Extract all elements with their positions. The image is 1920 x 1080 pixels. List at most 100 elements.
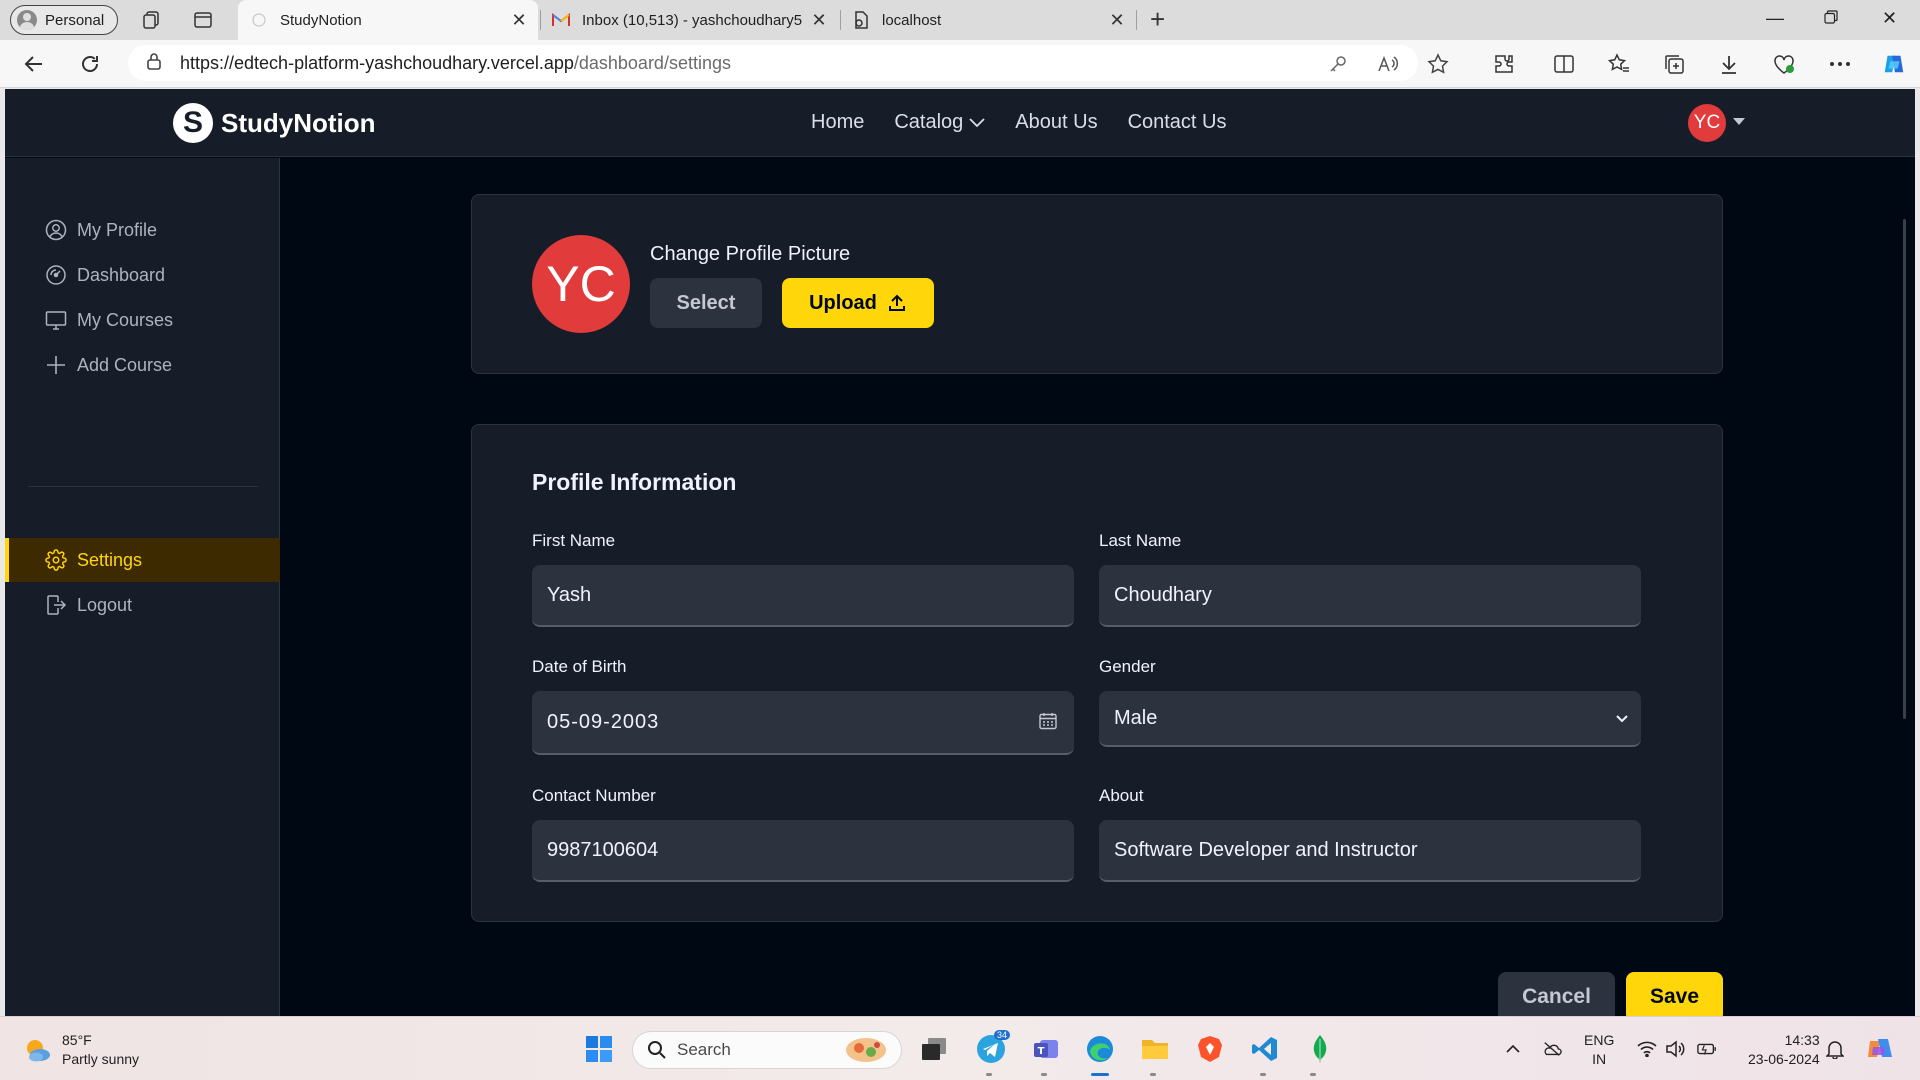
sidebar-item-my-profile[interactable]: My Profile xyxy=(5,208,280,252)
volume-icon[interactable] xyxy=(1665,1039,1685,1059)
sidebar-item-label: My Courses xyxy=(77,309,174,330)
profile-information-card: Profile Information First Name Yash Last… xyxy=(471,424,1723,922)
about-input[interactable]: Software Developer and Instructor xyxy=(1099,820,1641,882)
language-indicator[interactable]: ENG IN xyxy=(1584,1031,1614,1069)
close-tab-icon[interactable]: ✕ xyxy=(1106,10,1128,31)
cancel-button[interactable]: Cancel xyxy=(1498,972,1615,1016)
onedrive-offline-icon[interactable] xyxy=(1542,1039,1562,1059)
nav-about-link[interactable]: About Us xyxy=(1015,111,1097,134)
nav-contact-link[interactable]: Contact Us xyxy=(1128,111,1227,134)
task-view-icon[interactable] xyxy=(917,1032,951,1066)
copilot-icon[interactable] xyxy=(1882,52,1906,76)
sidebar-item-logout[interactable]: Logout xyxy=(5,583,280,627)
page-icon xyxy=(852,11,870,29)
dob-input[interactable]: 05-09-2003 xyxy=(532,691,1074,755)
first-name-label: First Name xyxy=(532,531,616,550)
chevron-down-icon xyxy=(969,117,985,127)
wifi-icon[interactable] xyxy=(1637,1039,1657,1059)
reload-icon[interactable] xyxy=(76,50,104,78)
downloads-icon[interactable] xyxy=(1717,52,1741,76)
extensions-icon[interactable] xyxy=(1492,52,1516,76)
tab-localhost[interactable]: localhost ✕ xyxy=(840,0,1136,40)
profile-label: Personal xyxy=(45,11,105,29)
notification-bell-icon[interactable] xyxy=(1825,1039,1845,1059)
active-app-indicator xyxy=(1091,1073,1109,1076)
telegram-icon[interactable]: 34 xyxy=(974,1030,1011,1066)
favorites-icon[interactable] xyxy=(1607,52,1631,76)
browser-tab-strip: Personal StudyNotion ✕ Inbox (10,513) - … xyxy=(0,0,1920,40)
site-logo[interactable]: S StudyNotion xyxy=(173,103,376,143)
back-icon[interactable] xyxy=(20,50,48,78)
monitor-icon xyxy=(45,309,67,331)
browser-profile-button[interactable]: Personal xyxy=(10,5,118,35)
close-tab-icon[interactable]: ✕ xyxy=(808,10,830,31)
browser-toolbar: https://edtech-platform-yashchoudhary.ve… xyxy=(0,40,1920,88)
start-windows-icon[interactable] xyxy=(582,1032,616,1066)
copilot-taskbar-icon[interactable] xyxy=(1866,1035,1894,1063)
lock-icon[interactable] xyxy=(146,52,166,75)
taskbar-search[interactable]: Search xyxy=(632,1031,902,1069)
tab-actions-icon[interactable] xyxy=(192,9,214,31)
sidebar-item-my-courses[interactable]: My Courses xyxy=(5,298,280,342)
profile-avatar-icon xyxy=(17,10,37,30)
gender-select[interactable]: Male xyxy=(1099,691,1641,747)
clock-time: 14:33 xyxy=(1784,1032,1820,1048)
workspaces-icon[interactable] xyxy=(140,9,162,31)
mongodb-icon[interactable] xyxy=(1303,1032,1337,1066)
last-name-label: Last Name xyxy=(1099,531,1182,550)
contact-number-input[interactable]: 9987100604 xyxy=(532,820,1074,882)
profile-information-title: Profile Information xyxy=(532,469,737,495)
brave-browser-icon[interactable] xyxy=(1193,1032,1227,1066)
tab-studynotion[interactable]: StudyNotion ✕ xyxy=(238,0,538,40)
tab-title: Inbox (10,513) - yashchoudhary5 xyxy=(582,11,803,29)
select-picture-button[interactable]: Select xyxy=(650,278,762,328)
gender-label: Gender xyxy=(1099,657,1156,676)
read-aloud-icon[interactable] xyxy=(1376,52,1400,76)
page-scrollbar[interactable] xyxy=(1903,219,1906,719)
restore-icon[interactable] xyxy=(1824,8,1838,29)
sidebar-item-label: Logout xyxy=(77,594,133,615)
edge-icon[interactable] xyxy=(1083,1032,1117,1066)
caret-down-icon[interactable] xyxy=(1733,118,1745,125)
running-indicator xyxy=(1310,1073,1316,1076)
battery-icon[interactable] xyxy=(1697,1039,1717,1059)
minimize-icon[interactable]: — xyxy=(1766,8,1784,29)
browser-essentials-icon[interactable] xyxy=(1772,52,1796,76)
new-tab-icon[interactable]: + xyxy=(1150,6,1165,32)
sidebar-item-dashboard[interactable]: Dashboard xyxy=(5,253,280,297)
close-window-icon[interactable]: ✕ xyxy=(1882,8,1897,29)
save-button[interactable]: Save xyxy=(1626,972,1723,1016)
gmail-icon xyxy=(552,11,570,29)
calendar-icon[interactable] xyxy=(1038,711,1058,731)
search-highlight-icon xyxy=(846,1038,886,1062)
tab-separator xyxy=(1136,10,1137,30)
sidebar-item-label: My Profile xyxy=(77,219,158,240)
file-explorer-icon[interactable] xyxy=(1138,1032,1172,1066)
web-page: S StudyNotion Home Catalog About Us Cont… xyxy=(5,89,1915,1016)
weather-widget[interactable]: 85°F Partly sunny xyxy=(22,1031,139,1069)
show-hidden-icons-chevron-icon[interactable] xyxy=(1503,1039,1523,1059)
first-name-input[interactable]: Yash xyxy=(532,565,1074,627)
teams-icon[interactable]: T xyxy=(1029,1032,1063,1066)
sidebar-item-settings[interactable]: Settings xyxy=(5,538,280,582)
sidebar-item-add-course[interactable]: Add Course xyxy=(5,343,280,387)
address-bar[interactable]: https://edtech-platform-yashchoudhary.ve… xyxy=(128,45,1418,81)
last-name-input[interactable]: Choudhary xyxy=(1099,565,1641,627)
tab-favicon-icon xyxy=(250,11,268,29)
telegram-badge: 34 xyxy=(994,1030,1011,1040)
more-options-icon[interactable] xyxy=(1828,52,1852,76)
split-screen-icon[interactable] xyxy=(1552,52,1576,76)
tab-gmail[interactable]: Inbox (10,513) - yashchoudhary5 ✕ xyxy=(540,0,838,40)
collections-icon[interactable] xyxy=(1662,52,1686,76)
nav-catalog-dropdown[interactable]: Catalog xyxy=(894,111,985,134)
clock[interactable]: 14:33 23-06-2024 xyxy=(1748,1031,1820,1069)
user-avatar-button[interactable]: YC xyxy=(1688,104,1726,142)
weather-condition: Partly sunny xyxy=(62,1051,140,1067)
upload-picture-button[interactable]: Upload xyxy=(782,278,934,328)
close-tab-icon[interactable]: ✕ xyxy=(508,10,530,31)
password-key-icon[interactable] xyxy=(1326,52,1350,76)
vscode-icon[interactable] xyxy=(1248,1032,1282,1066)
favorite-star-icon[interactable] xyxy=(1426,52,1450,76)
running-indicator xyxy=(1260,1073,1266,1076)
nav-home-link[interactable]: Home xyxy=(811,111,864,134)
